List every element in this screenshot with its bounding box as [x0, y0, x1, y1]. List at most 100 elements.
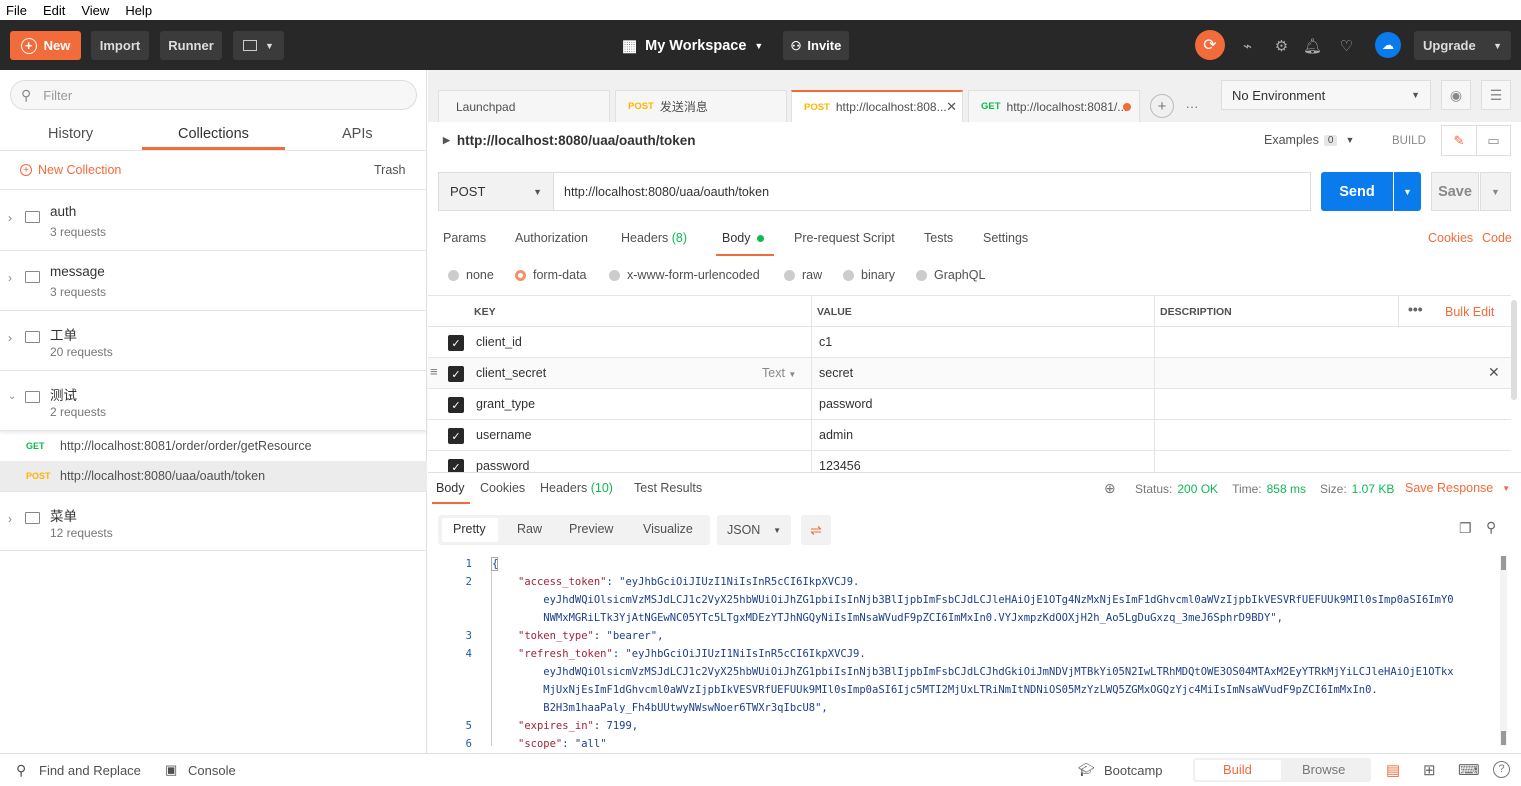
tab-authorization[interactable]: Authorization: [515, 231, 588, 245]
checkbox[interactable]: ✓: [448, 366, 464, 382]
sync-icon[interactable]: ⟳: [1195, 30, 1225, 60]
radio-binary[interactable]: binary: [843, 268, 895, 282]
tab-pretty[interactable]: Pretty: [453, 522, 486, 536]
search-input[interactable]: ⚲ Filter: [10, 80, 417, 110]
collection-item[interactable]: › 工单 20 requests: [0, 311, 427, 371]
layout-icon[interactable]: ⊞: [1423, 761, 1436, 779]
keyboard-icon[interactable]: ⌨: [1458, 761, 1480, 779]
request-tab[interactable]: POST 发送消息: [615, 90, 787, 122]
tab-raw[interactable]: Raw: [517, 522, 542, 536]
build-mode-button[interactable]: Build: [1223, 762, 1252, 777]
import-button[interactable]: Import: [91, 31, 149, 60]
tab-apis[interactable]: APIs: [342, 126, 373, 142]
more-tabs-icon[interactable]: ···: [1180, 96, 1204, 116]
copy-icon[interactable]: ❐: [1459, 520, 1472, 537]
response-tab-test-results[interactable]: Test Results: [634, 481, 702, 495]
drag-handle-icon[interactable]: ≡: [430, 364, 438, 379]
checkbox[interactable]: ✓: [448, 428, 464, 444]
tab-params[interactable]: Params: [443, 231, 486, 245]
status-value[interactable]: 200 OK: [1177, 482, 1218, 496]
tab-launchpad[interactable]: Launchpad: [438, 90, 610, 122]
request-item[interactable]: GET http://localhost:8081/order/order/ge…: [0, 431, 427, 461]
radio-form-data[interactable]: form-data: [515, 268, 587, 282]
gear-icon[interactable]: ⚙: [1267, 31, 1296, 60]
tab-visualize[interactable]: Visualize: [643, 522, 693, 536]
time-value[interactable]: 858 ms: [1267, 482, 1306, 496]
globe-icon[interactable]: ⊕: [1104, 480, 1116, 497]
menu-edit[interactable]: Edit: [43, 3, 65, 18]
add-tab-button[interactable]: +: [1150, 94, 1174, 118]
checkbox[interactable]: ✓: [448, 397, 464, 413]
tab-pre-request-script[interactable]: Pre-request Script: [794, 231, 895, 245]
new-window-button[interactable]: ▼: [233, 31, 284, 60]
radio-none[interactable]: none: [448, 268, 494, 282]
send-button[interactable]: Send: [1321, 172, 1393, 211]
cookies-link[interactable]: Cookies: [1428, 231, 1473, 245]
satellite-icon[interactable]: ⌁: [1233, 31, 1262, 60]
checkbox[interactable]: ✓: [448, 459, 464, 472]
scrollbar[interactable]: [1511, 300, 1517, 400]
type-select[interactable]: Text ▼: [762, 366, 796, 380]
heart-icon[interactable]: ♡: [1332, 31, 1361, 60]
tab-collections[interactable]: Collections: [178, 126, 249, 142]
browse-mode-button[interactable]: Browse: [1302, 762, 1345, 777]
close-icon[interactable]: ✕: [946, 99, 957, 115]
tab-headers[interactable]: Headers (8): [621, 231, 687, 245]
find-replace-button[interactable]: Find and Replace: [39, 763, 141, 778]
new-button[interactable]: + New: [10, 31, 81, 60]
scrollbar[interactable]: [1500, 556, 1507, 746]
environment-select[interactable]: No Environment ▼: [1221, 80, 1431, 110]
checkbox[interactable]: ✓: [448, 335, 464, 351]
more-options-icon[interactable]: •••: [1408, 301, 1423, 317]
tab-preview[interactable]: Preview: [569, 522, 613, 536]
menu-file[interactable]: File: [6, 3, 27, 18]
console-button[interactable]: Console: [188, 763, 236, 778]
request-title[interactable]: ▶ http://localhost:8080/uaa/oauth/token: [443, 133, 695, 148]
method-select[interactable]: POST ▼: [438, 172, 554, 211]
size-value[interactable]: 1.07 KB: [1352, 482, 1395, 496]
collection-item[interactable]: ⌄ 测试 2 requests: [0, 371, 427, 431]
menu-help[interactable]: Help: [125, 3, 152, 18]
request-tab[interactable]: GET http://localhost:8081/...: [968, 90, 1140, 122]
url-input[interactable]: http://localhost:8080/uaa/oauth/token: [553, 172, 1311, 211]
edit-icon[interactable]: ✎: [1441, 125, 1477, 156]
response-tab-cookies[interactable]: Cookies: [480, 481, 525, 495]
code-link[interactable]: Code: [1482, 231, 1512, 245]
upgrade-button[interactable]: Upgrade ▼: [1414, 31, 1511, 60]
save-button[interactable]: Save: [1431, 172, 1479, 211]
response-tab-body[interactable]: Body: [436, 481, 465, 495]
tab-history[interactable]: History: [48, 126, 93, 142]
tab-settings[interactable]: Settings: [983, 231, 1028, 245]
save-response-button[interactable]: Save Response ▼: [1405, 481, 1510, 495]
settings-sliders-icon[interactable]: ☰: [1481, 80, 1511, 110]
runner-button[interactable]: Runner: [160, 31, 222, 60]
format-select[interactable]: JSON ▼: [717, 515, 791, 545]
two-pane-icon[interactable]: ▤: [1386, 761, 1400, 779]
radio-x-www-form-urlencoded[interactable]: x-www-form-urlencoded: [609, 268, 760, 282]
request-tab-active[interactable]: POST http://localhost:808... ✕: [791, 90, 963, 122]
avatar[interactable]: ☁: [1375, 32, 1401, 58]
send-options-button[interactable]: ▼: [1394, 172, 1421, 211]
tab-body[interactable]: Body: [722, 231, 764, 245]
invite-button[interactable]: ⚇ Invite: [783, 31, 849, 60]
request-item[interactable]: POST http://localhost:8080/uaa/oauth/tok…: [0, 461, 427, 491]
help-icon[interactable]: ?: [1493, 761, 1510, 778]
collection-item[interactable]: › auth 3 requests: [0, 191, 427, 251]
save-options-button[interactable]: ▼: [1480, 172, 1511, 211]
menu-view[interactable]: View: [81, 3, 109, 18]
close-icon[interactable]: ✕: [1488, 364, 1500, 381]
bell-icon[interactable]: 🔔︎: [1298, 31, 1327, 60]
workspace-switcher[interactable]: ▦ My Workspace ▼: [622, 31, 763, 60]
examples-dropdown[interactable]: Examples 0 ▼: [1264, 133, 1354, 147]
collection-item[interactable]: › 菜单 12 requests: [0, 491, 427, 551]
radio-raw[interactable]: raw: [784, 268, 822, 282]
trash-link[interactable]: Trash: [374, 163, 406, 177]
bulk-edit-link[interactable]: Bulk Edit: [1445, 305, 1494, 319]
bootcamp-button[interactable]: Bootcamp: [1104, 763, 1163, 778]
search-icon[interactable]: ⚲: [1486, 519, 1496, 536]
comment-icon[interactable]: ▭: [1476, 125, 1511, 156]
eye-icon[interactable]: ◉: [1441, 80, 1471, 110]
radio-graphql[interactable]: GraphQL: [916, 268, 985, 282]
response-tab-headers[interactable]: Headers (10): [540, 481, 613, 495]
new-collection-button[interactable]: + New Collection: [20, 163, 121, 177]
